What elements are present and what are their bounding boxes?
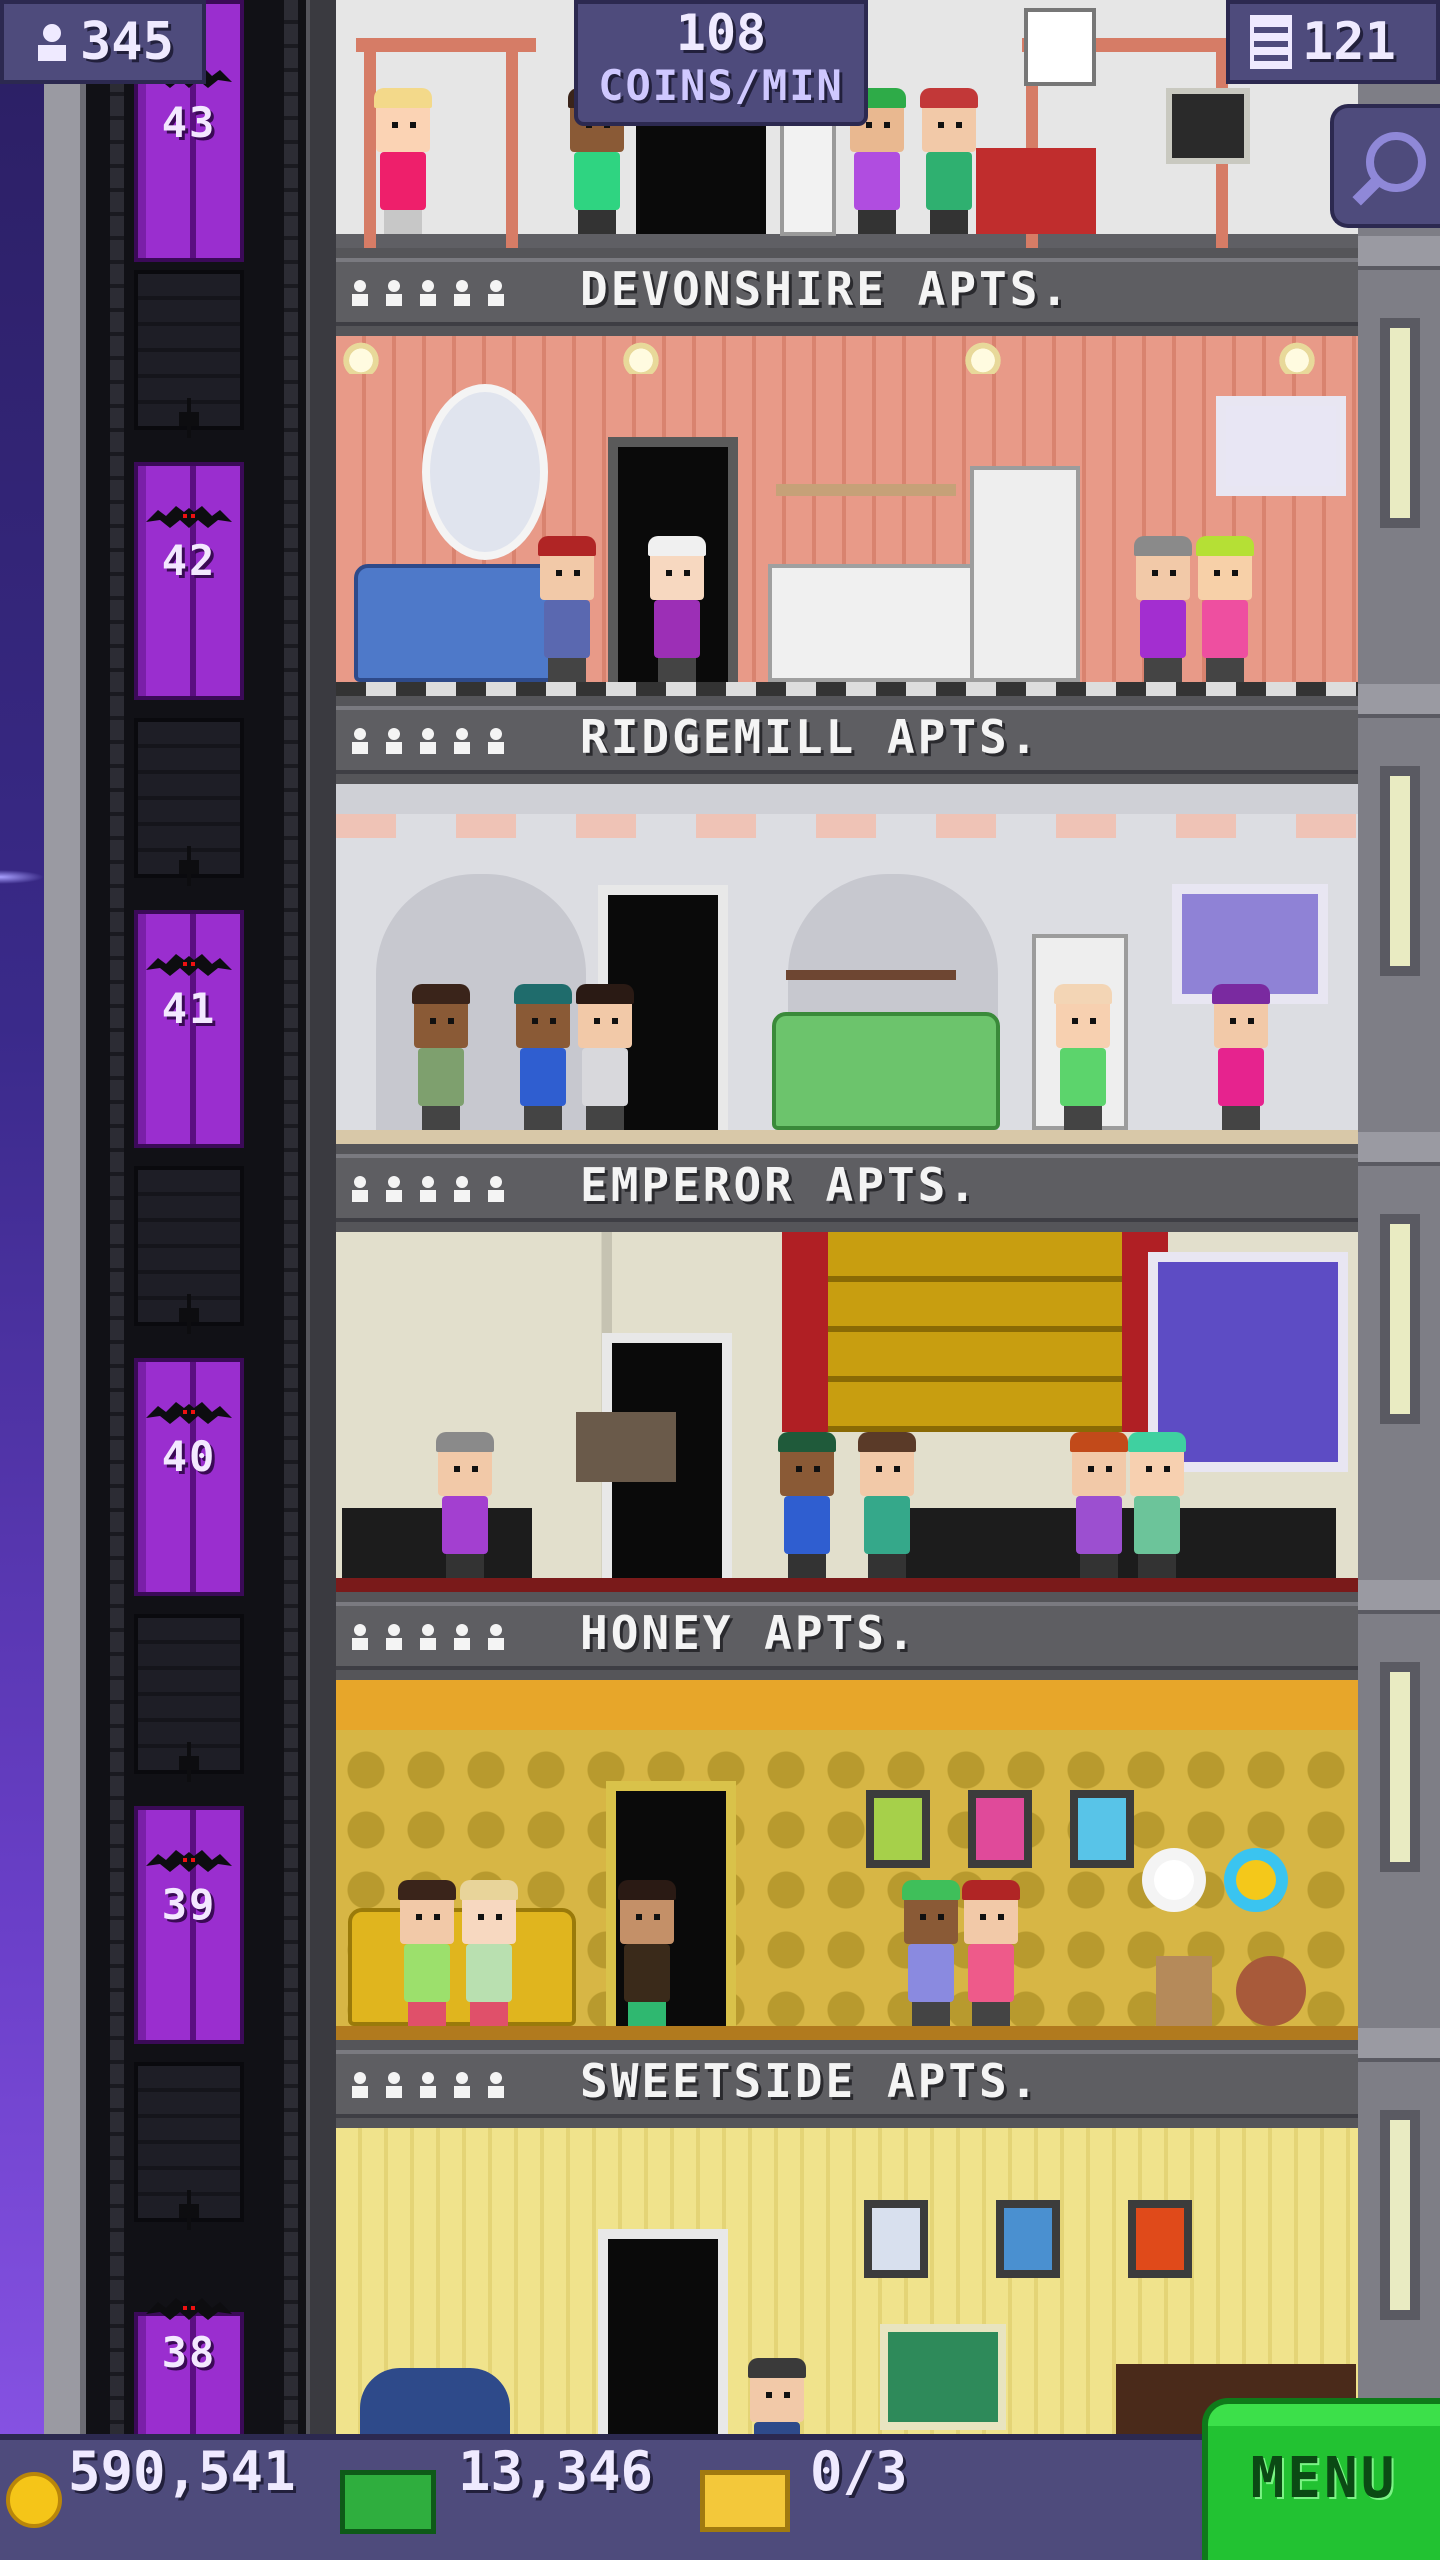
- resident-icon[interactable]: [1196, 536, 1254, 682]
- floor-nameplate[interactable]: EMPEROR APTS.: [336, 1144, 1358, 1232]
- bux-value: 13,346: [458, 2440, 654, 2503]
- floors-icon: [1250, 15, 1292, 69]
- coin-icon: [6, 2472, 62, 2528]
- ornament-icon: [179, 846, 199, 886]
- resident-icon[interactable]: [920, 88, 978, 234]
- resident-icon[interactable]: [460, 1880, 518, 2026]
- floor-nameplate[interactable]: DEVONSHIRE APTS.: [336, 248, 1358, 336]
- room-42[interactable]: [336, 336, 1358, 696]
- room-40[interactable]: [336, 1232, 1358, 1592]
- coins-per-minute: 108 COINS/MIN: [574, 0, 868, 126]
- resident-slots-icon: [352, 1176, 504, 1202]
- coins-value: 590,541: [68, 2440, 296, 2503]
- bat-icon: [146, 954, 232, 976]
- elevator-floor-number: 43: [161, 98, 217, 147]
- ornament-icon: [179, 2190, 199, 2230]
- room-41[interactable]: [336, 784, 1358, 1144]
- elevator-floor-42[interactable]: 42: [86, 262, 306, 710]
- floor-count-value: 121: [1302, 12, 1396, 72]
- coins-per-min-unit: COINS/MIN: [598, 61, 844, 110]
- elevator-floor-number: 39: [161, 1880, 217, 1929]
- elevator-floor-number: 38: [161, 2328, 217, 2377]
- menu-button[interactable]: MENU: [1202, 2398, 1440, 2560]
- search-icon: [1352, 132, 1426, 206]
- resident-icon[interactable]: [1054, 984, 1112, 1130]
- floor-counter[interactable]: 121: [1226, 0, 1440, 84]
- resident-icon[interactable]: [1212, 984, 1270, 1130]
- resident-icon[interactable]: [412, 984, 470, 1130]
- resident-icon[interactable]: [514, 984, 572, 1130]
- resident-icon[interactable]: [436, 1432, 494, 1578]
- elevator-floor-number: 40: [161, 1432, 217, 1481]
- coins-counter[interactable]: 590,541: [6, 2440, 296, 2560]
- ticket-icon: [700, 2470, 790, 2532]
- bat-icon: [146, 506, 232, 528]
- mirror: [422, 384, 548, 560]
- resident-icon[interactable]: [374, 88, 432, 234]
- population-icon: [38, 24, 66, 61]
- resident-icon[interactable]: [748, 2358, 806, 2434]
- bux-icon: [340, 2470, 436, 2534]
- resident-icon[interactable]: [618, 1880, 676, 2026]
- bat-icon: [146, 1850, 232, 1872]
- floor-name: EMPEROR APTS.: [580, 1158, 980, 1212]
- floor-name: RIDGEMILL APTS.: [580, 710, 1041, 764]
- floor-nameplate[interactable]: HONEY APTS.: [336, 1592, 1358, 1680]
- floor-name: SWEETSIDE APTS.: [580, 2054, 1041, 2108]
- ornament-icon: [179, 398, 199, 438]
- resident-icon[interactable]: [576, 984, 634, 1130]
- tickets-value: 0/3: [810, 2440, 908, 2503]
- floor-41[interactable]: EMPEROR APTS.: [336, 784, 1358, 1232]
- elevator-floor-40[interactable]: 40: [86, 1158, 306, 1606]
- ornament-icon: [179, 1294, 199, 1334]
- sofa: [772, 1012, 1000, 1130]
- tower-outer-wall: [44, 0, 86, 2560]
- resident-icon[interactable]: [648, 536, 706, 682]
- resident-icon[interactable]: [902, 1880, 960, 2026]
- tickets-counter[interactable]: 0/3: [700, 2440, 908, 2560]
- coins-per-min-value: 108: [675, 4, 767, 62]
- fridge: [970, 466, 1080, 682]
- population-value: 345: [80, 12, 174, 72]
- population-counter[interactable]: 345: [0, 0, 206, 84]
- tower-right-wall: [1358, 0, 1440, 2460]
- resident-slots-icon: [352, 1624, 504, 1650]
- floor-39[interactable]: SWEETSIDE APTS.: [336, 1680, 1358, 2128]
- resident-icon[interactable]: [1128, 1432, 1186, 1578]
- resident-icon[interactable]: [778, 1432, 836, 1578]
- elevator-floor-41[interactable]: 41: [86, 710, 306, 1158]
- bat-icon: [146, 2298, 232, 2320]
- resident-icon[interactable]: [858, 1432, 916, 1578]
- floor-38[interactable]: [336, 2128, 1358, 2434]
- resident-slots-icon: [352, 728, 504, 754]
- elevator-floor-number: 41: [161, 984, 217, 1033]
- floor-name: DEVONSHIRE APTS.: [580, 262, 1072, 316]
- resident-icon[interactable]: [962, 1880, 1020, 2026]
- resident-slots-icon: [352, 2072, 504, 2098]
- tower-inner-wall: [306, 0, 340, 2460]
- bux-counter[interactable]: 13,346: [340, 2440, 653, 2560]
- elevator-floor-39[interactable]: 39: [86, 1606, 306, 2054]
- night-sky: [0, 0, 44, 2560]
- bat-icon: [146, 1402, 232, 1424]
- resident-slots-icon: [352, 280, 504, 306]
- resident-icon[interactable]: [538, 536, 596, 682]
- floor-nameplate[interactable]: RIDGEMILL APTS.: [336, 696, 1358, 784]
- floor-40[interactable]: HONEY APTS.: [336, 1232, 1358, 1680]
- room-39[interactable]: [336, 1680, 1358, 2040]
- resident-icon[interactable]: [1134, 536, 1192, 682]
- room-door: [598, 2229, 728, 2434]
- floor-42[interactable]: RIDGEMILL APTS.: [336, 336, 1358, 784]
- room-38[interactable]: [336, 2128, 1358, 2434]
- search-button[interactable]: [1330, 104, 1440, 228]
- elevator-shaft[interactable]: 43 42 41 40 39 38: [86, 0, 306, 2502]
- resident-icon[interactable]: [1070, 1432, 1128, 1578]
- ornament-icon: [179, 1742, 199, 1782]
- resident-icon[interactable]: [398, 1880, 456, 2026]
- floor-name: HONEY APTS.: [580, 1606, 918, 1660]
- elevator-floor-number: 42: [161, 536, 217, 585]
- floor-nameplate[interactable]: SWEETSIDE APTS.: [336, 2040, 1358, 2128]
